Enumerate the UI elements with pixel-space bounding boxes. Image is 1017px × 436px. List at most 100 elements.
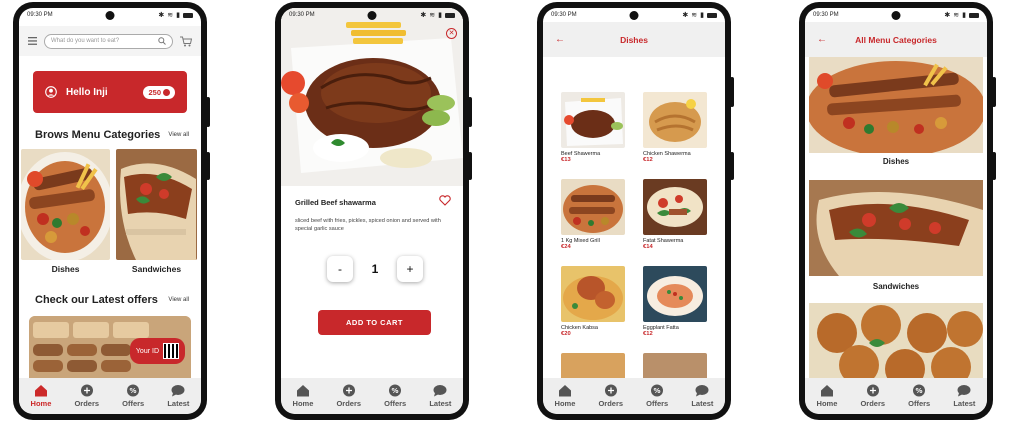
svg-text:%: %: [392, 387, 399, 395]
svg-text:%: %: [130, 387, 137, 395]
nav-offers[interactable]: % Offers: [122, 384, 144, 408]
categories-header: Brows Menu Categories View all: [35, 129, 189, 141]
bluetooth-icon: ✱: [420, 12, 427, 19]
bottom-nav: Home Orders % Offers Latest: [543, 378, 725, 414]
offer-banner[interactable]: Your ID: [29, 316, 191, 378]
signal-icon: ▮: [176, 12, 180, 19]
nav-latest[interactable]: Latest: [429, 384, 451, 408]
category-dishes-label: Dishes: [51, 264, 80, 274]
bluetooth-icon: ✱: [682, 12, 689, 19]
bottom-nav: Home Orders % Offers Latest: [19, 378, 201, 414]
close-icon[interactable]: ✕: [446, 28, 457, 39]
category-sandwiches-label: Sandwiches: [131, 264, 182, 274]
nav-orders[interactable]: Orders: [74, 384, 99, 408]
heart-icon[interactable]: [439, 195, 451, 206]
dish-card[interactable]: Eggplant Fatta €12: [643, 266, 707, 337]
decrease-button[interactable]: -: [327, 256, 353, 282]
chicken-shawerma-image: [643, 92, 707, 148]
nav-offers[interactable]: % Offers: [646, 384, 668, 408]
battery-icon: [445, 12, 455, 18]
shawarma-wrap-image: [116, 149, 197, 260]
camera-notch: [629, 11, 639, 20]
nav-latest[interactable]: Latest: [953, 384, 975, 408]
qr-code-icon: [163, 343, 179, 359]
status-time: 09:30 PM: [289, 12, 315, 18]
offers-title: Check our Latest offers: [35, 294, 158, 306]
chat-bubble-icon: [433, 385, 447, 397]
side-button: [730, 77, 734, 107]
camera-notch: [891, 11, 901, 20]
add-to-cart-button[interactable]: ADD TO CART: [318, 310, 431, 335]
plus-circle-icon: [604, 384, 617, 397]
phone-home: 09:30 PM ✱ ≋ ▮ What do you want to eat? He…: [13, 2, 210, 420]
falafel-image: [809, 303, 983, 383]
category-card[interactable]: [809, 303, 983, 383]
dish-card[interactable]: Fatat Shawerma €14: [643, 179, 707, 250]
nav-offers[interactable]: % Offers: [384, 384, 406, 408]
cart-icon[interactable]: [180, 36, 192, 47]
menu-icon[interactable]: [28, 37, 37, 45]
nav-home[interactable]: Home: [30, 384, 52, 408]
chat-bubble-icon: [957, 385, 971, 397]
quantity-value: 1: [371, 262, 379, 276]
status-time: 09:30 PM: [27, 12, 53, 18]
status-time: 09:30 PM: [551, 12, 577, 18]
dish-card[interactable]: 1 Kg Mixed Grill €24: [561, 179, 625, 250]
dish-card[interactable]: Chicken Shawerma €12: [643, 92, 707, 163]
dish-image: [561, 266, 625, 322]
nav-offers[interactable]: % Offers: [908, 384, 930, 408]
nav-home[interactable]: Home: [293, 384, 313, 408]
your-id-badge[interactable]: Your ID: [129, 338, 185, 364]
mixed-grill-image: [561, 179, 625, 235]
nav-orders[interactable]: Orders: [598, 384, 623, 408]
nav-home-label: Home: [30, 399, 52, 408]
nav-latest-label: Latest: [953, 399, 976, 408]
nav-offers-label: Offers: [908, 399, 931, 408]
category-sandwiches-image[interactable]: [116, 149, 197, 260]
nav-orders[interactable]: Orders: [336, 384, 361, 408]
category-sandwiches-card[interactable]: [809, 180, 983, 276]
home-icon: [296, 385, 309, 397]
category-dishes-card[interactable]: [809, 57, 983, 153]
nav-home[interactable]: Home: [817, 384, 837, 408]
dish-description: sliced beef with fries, pickles, spiced …: [295, 218, 441, 232]
offers-view-all-link[interactable]: View all: [168, 297, 189, 303]
chicken-kabsa-image: [561, 266, 625, 322]
back-arrow-icon[interactable]: ←: [817, 34, 827, 45]
nav-orders-label: Orders: [336, 399, 362, 408]
nav-home-label: Home: [554, 399, 576, 408]
dishes-header: ← Dishes: [543, 22, 725, 57]
greeting-text: Hello Inji: [66, 86, 108, 98]
plus-circle-icon: [866, 384, 879, 397]
nav-orders-label: Orders: [598, 399, 624, 408]
greeting-card[interactable]: Hello Inji 250: [33, 71, 187, 113]
svg-text:%: %: [654, 387, 661, 395]
nav-orders-label: Orders: [74, 399, 100, 408]
dish-image: [643, 179, 707, 235]
nav-home[interactable]: Home: [554, 384, 576, 408]
quantity-stepper: - 1 +: [327, 256, 423, 282]
back-arrow-icon[interactable]: ←: [555, 34, 565, 45]
camera-notch: [367, 11, 377, 20]
search-input[interactable]: What do you want to eat?: [44, 33, 173, 49]
dish-card[interactable]: Beef Shawerma €13: [561, 92, 625, 163]
dish-price: €24: [561, 244, 571, 250]
dish-price: €14: [643, 244, 653, 250]
percent-icon: %: [913, 384, 926, 397]
phone-dishes: 09:30 PM ✱ ≋ ▮ ← Dishes Beef Shawerma €13 …: [537, 2, 734, 420]
dish-card[interactable]: Chicken Kabsa €20: [561, 266, 625, 337]
dish-price: €20: [561, 331, 571, 337]
categories-view-all-link[interactable]: View all: [168, 132, 189, 138]
nav-latest-label: Latest: [691, 399, 714, 408]
nav-latest[interactable]: Latest: [167, 384, 189, 408]
bluetooth-icon: ✱: [158, 12, 165, 19]
increase-button[interactable]: +: [397, 256, 423, 282]
wifi-icon: ≋: [429, 12, 436, 19]
phone-all-categories: 09:30 PM ✱ ≋ ▮ ← All Menu Categories Dishe…: [799, 2, 996, 420]
chat-bubble-icon: [695, 385, 709, 397]
nav-latest[interactable]: Latest: [691, 384, 713, 408]
category-dishes-image[interactable]: [21, 149, 110, 260]
mixed-grill-platter-image: [809, 57, 983, 153]
nav-orders[interactable]: Orders: [860, 384, 885, 408]
fatat-shawerma-image: [643, 179, 707, 235]
